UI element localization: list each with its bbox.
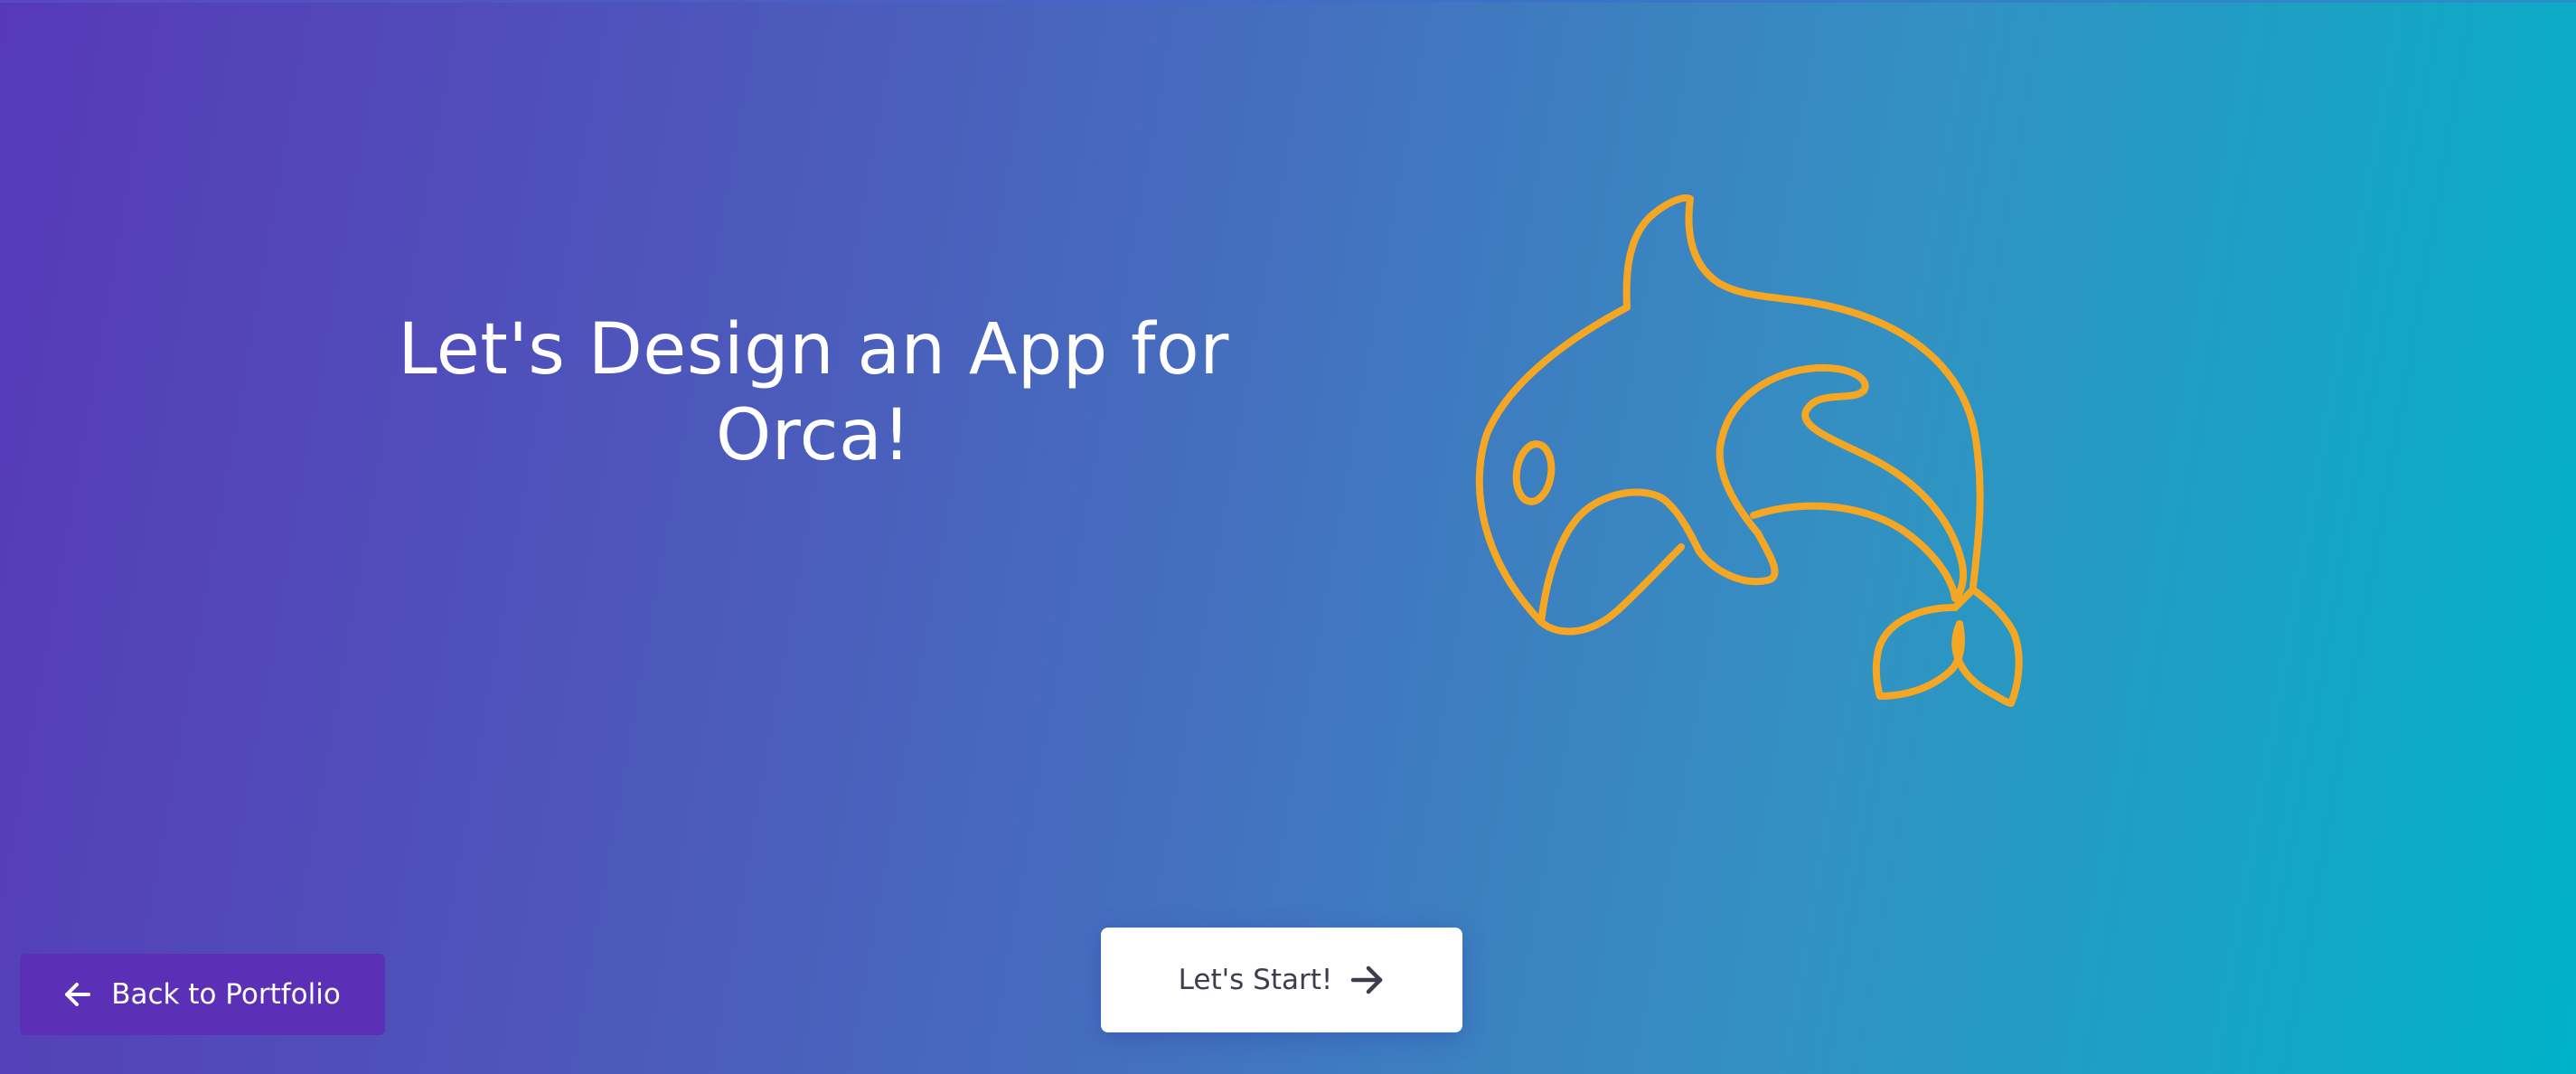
top-border-line bbox=[0, 0, 2576, 3]
orca-outline-icon bbox=[1475, 194, 2023, 707]
headline-line-1: Let's Design an App for bbox=[398, 309, 1229, 391]
arrow-right-icon bbox=[1351, 966, 1383, 994]
back-to-portfolio-button[interactable]: Back to Portfolio bbox=[20, 954, 385, 1035]
arrow-left-icon bbox=[65, 983, 91, 1006]
orca-illustration bbox=[1464, 181, 2043, 723]
headline-line-2: Orca! bbox=[715, 395, 912, 476]
lets-start-button[interactable]: Let's Start! bbox=[1101, 928, 1462, 1032]
lets-start-label: Let's Start! bbox=[1178, 964, 1333, 996]
back-to-portfolio-label: Back to Portfolio bbox=[111, 978, 341, 1011]
page-headline: Let's Design an App for Orca! bbox=[362, 307, 1265, 479]
